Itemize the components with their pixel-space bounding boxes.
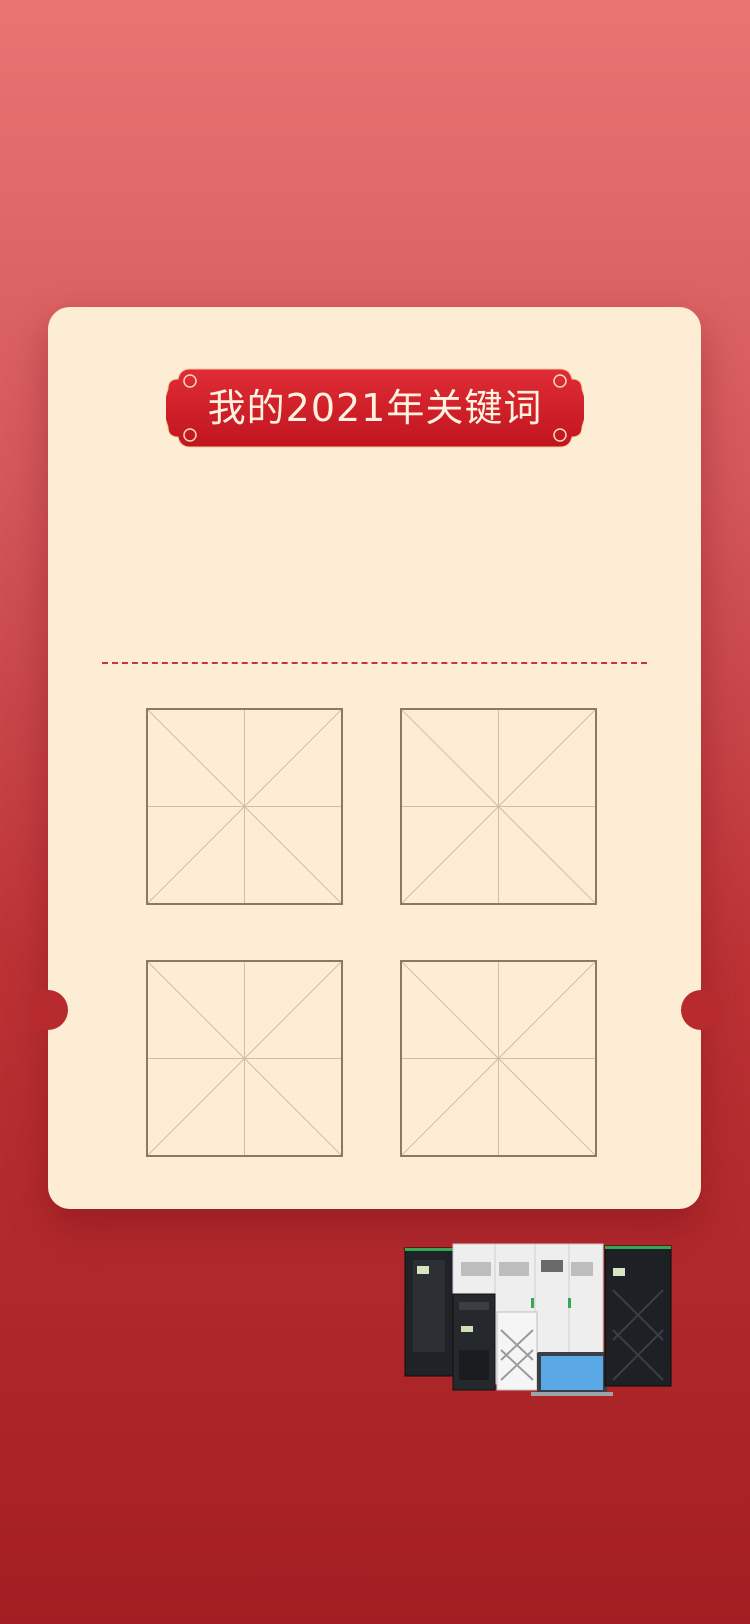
keyword-grid-box-3[interactable] [146, 960, 343, 1157]
grid-guide-lines [402, 962, 595, 1155]
grid-guide-lines [148, 710, 341, 903]
grid-guide-lines [148, 962, 341, 1155]
keyword-card: 我的2021年关键词 [28, 307, 721, 1209]
server-rack-product-image [404, 1243, 672, 1396]
grid-guide-lines [402, 710, 595, 903]
keyword-grid-box-2[interactable] [400, 708, 597, 905]
keyword-grid-box-4[interactable] [400, 960, 597, 1157]
card-title: 我的2021年关键词 [207, 386, 543, 430]
ticket-notch-right [681, 990, 721, 1030]
keyword-grid-box-1[interactable] [146, 708, 343, 905]
title-banner: 我的2021年关键词 [166, 367, 584, 449]
dashed-divider [102, 662, 647, 664]
ticket-notch-left [28, 990, 68, 1030]
